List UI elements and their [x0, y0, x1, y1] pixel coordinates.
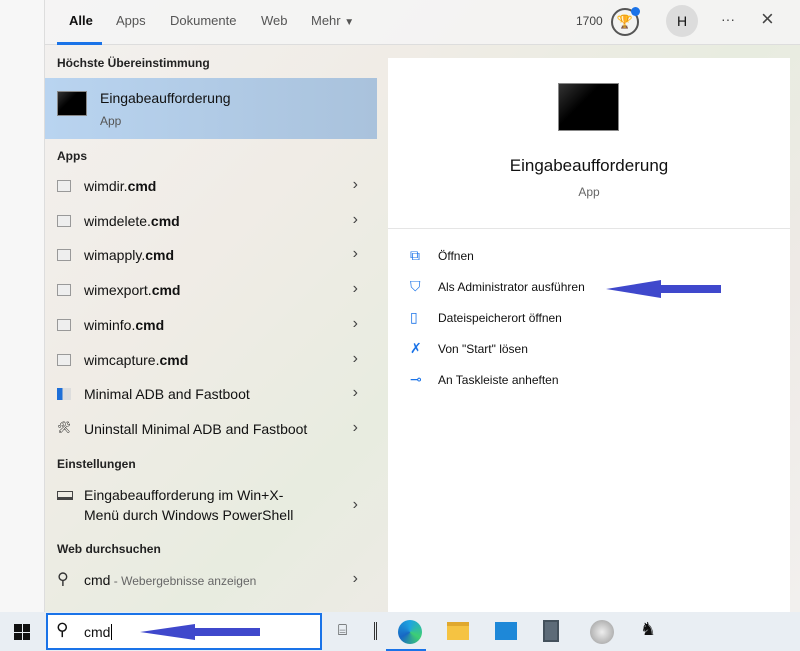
section-web: Web durchsuchen — [57, 542, 161, 556]
folder-icon: ▯ — [410, 309, 418, 325]
script-file-icon — [57, 318, 71, 331]
app-label: wimdelete.cmd — [84, 212, 180, 229]
settings-item-line2: Menü durch Windows PowerShell — [84, 507, 294, 523]
chevron-right-icon: › — [352, 176, 358, 193]
edge-browser-icon[interactable] — [398, 620, 422, 644]
chevron-right-icon: › — [352, 570, 358, 587]
best-match-item[interactable]: Eingabeaufforderung App — [45, 78, 377, 139]
search-icon: ⚲ — [56, 620, 69, 639]
chevron-right-icon: › — [352, 418, 358, 436]
annotation-arrow — [140, 624, 260, 640]
app-list-item[interactable]: wimexport.cmd › — [45, 274, 380, 308]
rewards-points: 1700 — [576, 14, 603, 28]
calculator-icon[interactable] — [543, 620, 559, 642]
chevron-right-icon: › — [352, 314, 358, 332]
adb-app-icon — [57, 388, 71, 401]
section-settings: Einstellungen — [57, 457, 136, 471]
detail-subtitle: App — [578, 185, 600, 199]
uninstall-icon: 🛠 — [57, 421, 71, 434]
detail-title: Eingabeaufforderung — [509, 156, 669, 175]
chevron-right-icon: › — [352, 349, 358, 367]
caret-down-icon: ▼ — [344, 17, 355, 28]
task-view-icon[interactable]: ⌸ — [338, 622, 347, 639]
tab-dokumente[interactable]: Dokumente — [170, 13, 236, 28]
app-list-item[interactable]: wimcapture.cmd › — [45, 344, 380, 378]
chevron-right-icon: › — [352, 384, 358, 402]
divider — [388, 228, 790, 229]
action-label: Öffnen — [438, 249, 474, 263]
script-file-icon — [57, 249, 71, 262]
app-label: wimexport.cmd — [84, 282, 181, 299]
search-icon: ⚲ — [57, 571, 69, 588]
search-input[interactable]: cmd — [84, 624, 113, 640]
action-label: Als Administrator ausführen — [438, 280, 585, 294]
tab-apps[interactable]: Apps — [116, 13, 146, 28]
script-file-icon — [57, 353, 71, 366]
settings-item[interactable]: Eingabeaufforderung im Win+X- Menü durch… — [45, 483, 380, 529]
mail-icon[interactable] — [495, 622, 517, 640]
app-list-item[interactable]: wimdir.cmd › — [45, 170, 380, 204]
windows-start-icon[interactable] — [14, 624, 30, 640]
speaker-icon[interactable] — [590, 620, 614, 644]
tab-mehr-label: Mehr — [311, 13, 341, 28]
app-list-item[interactable]: wimapply.cmd › — [45, 239, 380, 273]
app-label: wiminfo.cmd — [84, 316, 165, 333]
pin-icon: ⊸ — [410, 371, 422, 387]
action-label: An Taskleiste anheften — [438, 373, 559, 387]
command-prompt-icon — [57, 91, 87, 116]
best-match-subtitle: App — [100, 114, 122, 128]
tab-alle[interactable]: Alle — [69, 13, 93, 28]
chevron-right-icon: › — [352, 210, 358, 228]
rewards-trophy-icon[interactable]: 🏆 — [611, 7, 640, 36]
web-query: cmd — [84, 572, 111, 588]
chevron-right-icon: › — [352, 245, 358, 263]
section-best-match: Höchste Übereinstimmung — [57, 56, 210, 70]
taskbar-search-box[interactable]: ⚲ cmd — [46, 613, 322, 650]
app-label: wimapply.cmd — [84, 247, 174, 264]
annotation-arrow — [606, 280, 721, 298]
action-label: Dateispeicherort öffnen — [438, 311, 562, 325]
close-button[interactable]: × — [761, 6, 774, 32]
avatar[interactable]: H — [666, 5, 698, 37]
taskbar-divider — [374, 622, 377, 640]
chevron-right-icon: › — [352, 280, 358, 298]
app-list-item[interactable]: 🛠 Uninstall Minimal ADB and Fastboot › — [45, 413, 380, 447]
script-file-icon — [57, 180, 71, 192]
chevron-right-icon: › — [352, 496, 358, 513]
script-file-icon — [57, 284, 71, 297]
app-list-item[interactable]: wimdelete.cmd › — [45, 205, 380, 239]
active-tab-indicator — [57, 42, 102, 45]
display-icon — [57, 491, 73, 500]
settings-item-line1: Eingabeaufforderung im Win+X- — [84, 487, 284, 503]
app-list-item[interactable]: wiminfo.cmd › — [45, 309, 380, 343]
tab-web[interactable]: Web — [261, 13, 288, 28]
tab-mehr[interactable]: Mehr ▼ — [311, 13, 354, 28]
more-options-button[interactable]: ··· — [721, 11, 735, 27]
best-match-title: Eingabeaufforderung — [100, 90, 231, 106]
open-icon: ⧉ — [410, 247, 420, 263]
chess-icon[interactable]: ♞ — [640, 619, 656, 640]
script-file-icon — [57, 214, 71, 227]
app-label: Uninstall Minimal ADB and Fastboot — [84, 420, 308, 437]
notification-dot — [631, 7, 640, 16]
web-suffix: - Webergebnisse anzeigen — [110, 574, 257, 588]
app-label: wimdir.cmd — [84, 178, 157, 194]
unpin-icon: ✗ — [410, 340, 422, 356]
action-label: Von "Start" lösen — [438, 342, 528, 356]
web-search-item[interactable]: ⚲ cmd - Webergebnisse anzeigen › — [45, 564, 380, 598]
file-explorer-icon[interactable] — [447, 622, 469, 640]
app-label: wimcapture.cmd — [84, 351, 189, 368]
detail-pane: Eingabeaufforderung App ⧉ Öffnen ⛉ Als Admi… — [388, 58, 790, 612]
command-prompt-large-icon — [558, 83, 619, 131]
section-apps: Apps — [57, 149, 87, 163]
shield-icon: ⛉ — [410, 278, 421, 294]
app-list-item[interactable]: Minimal ADB and Fastboot › — [45, 378, 380, 412]
app-label: Minimal ADB and Fastboot — [84, 386, 250, 403]
desktop-edge — [0, 0, 45, 612]
